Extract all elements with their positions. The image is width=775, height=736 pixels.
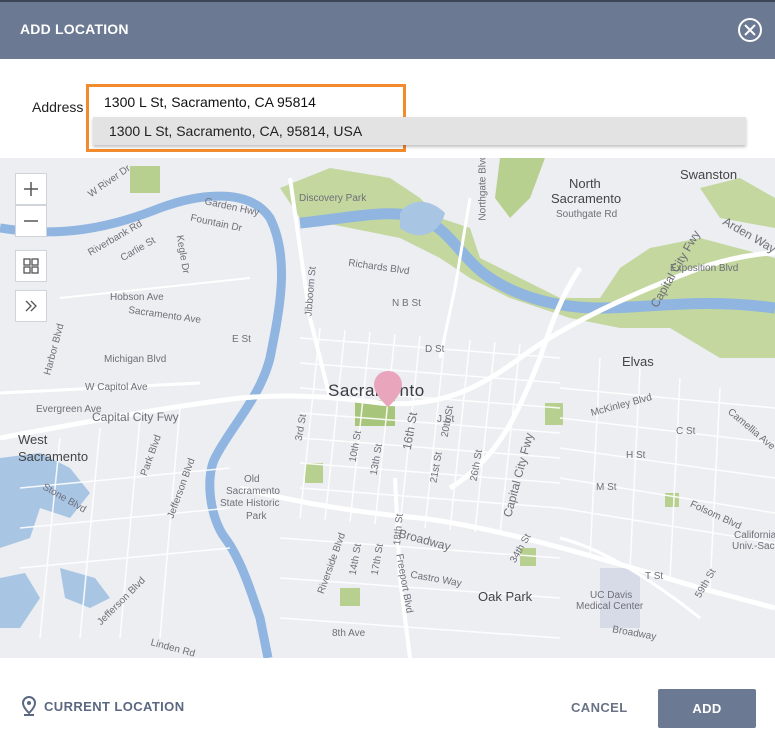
- label-oak-park: Oak Park: [478, 589, 533, 604]
- label-eighth-ave: 8th Ave: [332, 628, 366, 639]
- location-pin-icon[interactable]: [373, 370, 403, 408]
- dialog-header: ADD LOCATION: [0, 0, 775, 59]
- zoom-in-button[interactable]: [15, 173, 47, 205]
- label-elvas: Elvas: [622, 354, 654, 369]
- label-hobson-ave: Hobson Ave: [110, 292, 164, 303]
- label-north-1: North: [569, 176, 601, 191]
- label-west-1: West: [18, 432, 48, 447]
- map-view[interactable]: Sacramento West Sacramento North Sacrame…: [0, 158, 775, 658]
- label-michigan-blvd: Michigan Blvd: [104, 354, 167, 365]
- grid-icon: [23, 258, 39, 274]
- label-uc-davis-1: UC Davis: [590, 590, 633, 601]
- label-swanston: Swanston: [680, 167, 738, 182]
- expand-panel-button[interactable]: [15, 290, 47, 322]
- plus-icon: [24, 182, 38, 196]
- label-old-sac-3: State Historic: [220, 498, 280, 509]
- label-uc-davis-2: Medical Center: [576, 601, 644, 612]
- label-h-st: H St: [626, 450, 646, 461]
- label-n-b-st: N B St: [392, 298, 421, 309]
- double-chevron-right-icon: [25, 300, 37, 312]
- label-southgate-rd: Southgate Rd: [556, 209, 618, 220]
- label-m-st: M St: [596, 482, 617, 493]
- label-capital-city-fwy-w: Capital City Fwy: [92, 410, 179, 424]
- address-label: Address: [32, 99, 84, 115]
- dialog-title: ADD LOCATION: [20, 21, 129, 37]
- label-discovery-park: Discovery Park: [299, 193, 367, 204]
- cancel-button[interactable]: CANCEL: [571, 700, 628, 715]
- label-exposition-blvd: Exposition Blvd: [670, 263, 739, 274]
- label-california-univ-2: Univ.-Sac: [732, 541, 775, 552]
- label-e-st: E St: [232, 334, 251, 345]
- zoom-out-button[interactable]: [15, 205, 47, 237]
- label-d-st: D St: [425, 344, 445, 355]
- label-old-sac-1: Old: [244, 474, 260, 485]
- label-old-sac-2: Sacramento: [226, 486, 280, 497]
- label-t-st: T St: [645, 571, 664, 582]
- label-california-univ-1: California: [734, 530, 775, 541]
- map-layers-button[interactable]: [15, 250, 47, 282]
- label-c-st: C St: [676, 426, 696, 437]
- map-pin-icon: [22, 696, 36, 716]
- label-j-st: J St: [437, 414, 455, 425]
- current-location-button[interactable]: CURRENT LOCATION: [22, 696, 184, 716]
- minus-icon: [24, 220, 38, 222]
- add-button[interactable]: ADD: [658, 689, 756, 728]
- label-w-capitol-ave: W Capitol Ave: [85, 382, 148, 393]
- label-old-sac-4: Park: [246, 511, 267, 522]
- address-suggestion[interactable]: 1300 L St, Sacramento, CA, 95814, USA: [93, 117, 746, 145]
- label-west-2: Sacramento: [18, 449, 89, 464]
- address-input[interactable]: [104, 93, 404, 111]
- current-location-label: CURRENT LOCATION: [44, 698, 185, 714]
- label-northgate-blvd: Northgate Blvd: [477, 158, 489, 221]
- label-north-2: Sacramento: [551, 191, 622, 206]
- close-icon: [744, 24, 756, 36]
- close-button[interactable]: [738, 18, 762, 42]
